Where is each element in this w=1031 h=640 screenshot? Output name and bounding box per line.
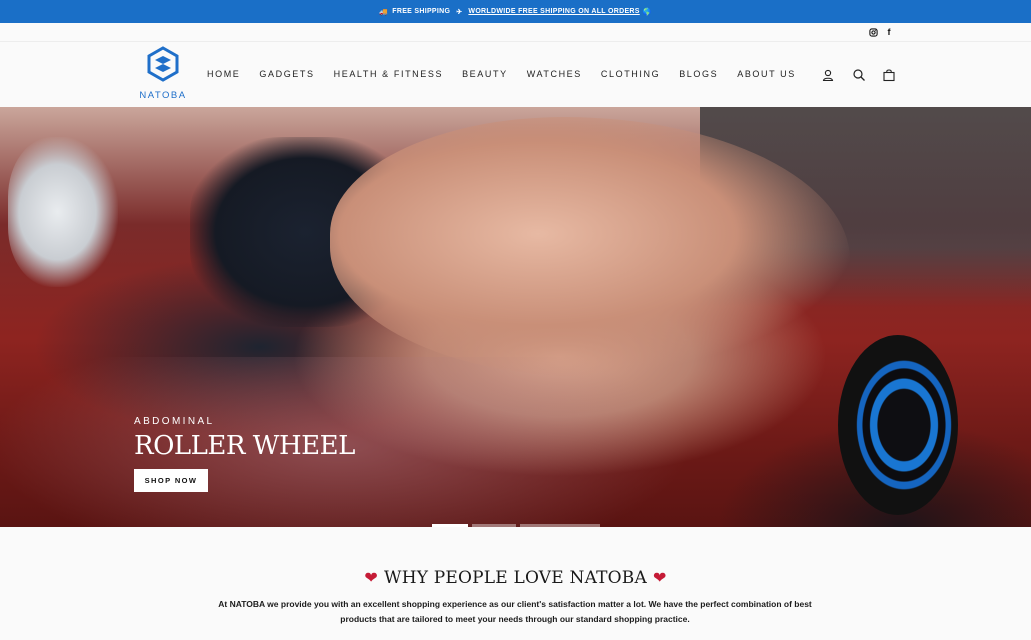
- free-shipping-label: FREE SHIPPING: [392, 8, 451, 15]
- heart-icon: ❤: [652, 568, 667, 587]
- social-bar: f: [0, 23, 1031, 41]
- why-section-text: At NATOBA we provide you with an excelle…: [218, 599, 812, 624]
- slider-dot-1[interactable]: [432, 524, 468, 527]
- search-icon[interactable]: [852, 68, 866, 82]
- logo-mark-icon: [147, 46, 179, 82]
- nav-gadgets[interactable]: GADGETS: [259, 69, 314, 79]
- main-nav: HOME GADGETS HEALTH & FITNESS BEAUTY WAT…: [207, 69, 815, 79]
- hero-floor: [0, 357, 720, 527]
- nav-health-fitness[interactable]: HEALTH & FITNESS: [334, 69, 443, 79]
- slider-dot-2[interactable]: [472, 524, 516, 527]
- hero-subtitle: ABDOMINAL: [134, 416, 215, 427]
- slider-dot-3[interactable]: [520, 524, 600, 527]
- facebook-icon[interactable]: f: [884, 27, 894, 37]
- why-title-text: WHY PEOPLE LOVE NATOBA: [384, 568, 647, 588]
- why-section-title: ❤ WHY PEOPLE LOVE NATOBA ❤: [0, 568, 1031, 588]
- nav-beauty[interactable]: BEAUTY: [462, 69, 508, 79]
- hero-title: ROLLER WHEEL: [134, 431, 355, 461]
- hero-image-shoes: [8, 137, 118, 287]
- plane-icon: ✈: [456, 8, 463, 16]
- shipping-truck-icon: 🚚: [379, 8, 389, 16]
- globe-icon: 🌎: [642, 8, 652, 16]
- nav-home[interactable]: HOME: [207, 69, 240, 79]
- slider-dots: [432, 524, 604, 527]
- hero-image-roller-wheel: [838, 335, 958, 515]
- logo-text: NATOBA: [139, 90, 187, 101]
- nav-watches[interactable]: WATCHES: [527, 69, 582, 79]
- site-header: NATOBA HOME GADGETS HEALTH & FITNESS BEA…: [0, 41, 1031, 107]
- heart-icon: ❤: [364, 568, 379, 587]
- nav-clothing[interactable]: CLOTHING: [601, 69, 660, 79]
- account-icon[interactable]: [821, 68, 835, 82]
- announcement-bar: 🚚 FREE SHIPPING ✈ WORLDWIDE FREE SHIPPIN…: [0, 0, 1031, 23]
- logo[interactable]: NATOBA: [137, 46, 189, 104]
- nav-blogs[interactable]: BLOGS: [679, 69, 718, 79]
- cart-icon[interactable]: [882, 68, 896, 82]
- instagram-icon[interactable]: [868, 27, 878, 37]
- free-shipping-link[interactable]: WORLDWIDE FREE SHIPPING ON ALL ORDERS: [468, 8, 639, 15]
- hero-banner: ABDOMINAL ROLLER WHEEL SHOP NOW: [0, 107, 1031, 527]
- shop-now-button[interactable]: SHOP NOW: [134, 469, 208, 492]
- nav-about-us[interactable]: ABOUT US: [737, 69, 796, 79]
